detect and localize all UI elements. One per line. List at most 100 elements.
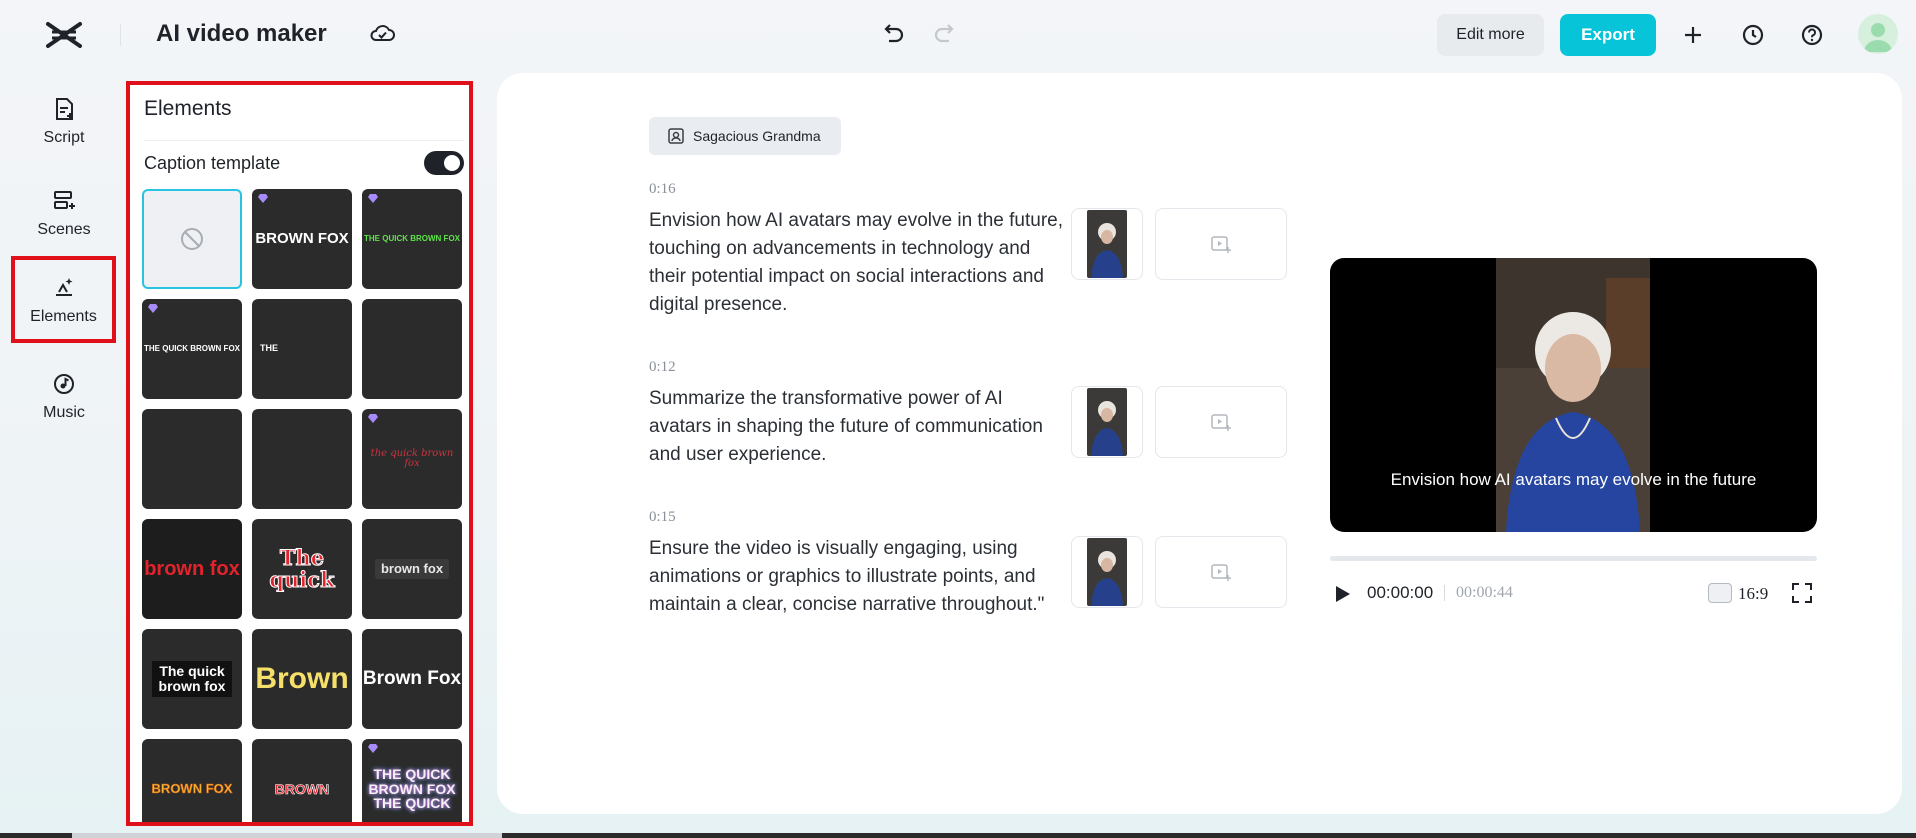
- segment-text[interactable]: Envision how AI avatars may evolve in th…: [649, 207, 1069, 319]
- redo-icon[interactable]: [932, 20, 960, 48]
- cloud-sync-icon[interactable]: [368, 20, 396, 48]
- avatar-icon: [668, 128, 684, 144]
- template-tile[interactable]: The quick: [252, 519, 352, 619]
- template-tile[interactable]: Brown Fox: [362, 629, 462, 729]
- help-icon[interactable]: [1798, 21, 1826, 49]
- elements-panel: Elements Caption template BROWN FOX THE …: [126, 81, 473, 826]
- main-editor: Sagacious Grandma 0:16 Envision how AI a…: [497, 73, 1902, 814]
- play-icon[interactable]: [1330, 582, 1354, 606]
- segment-text[interactable]: Summarize the transformative power of AI…: [649, 385, 1069, 469]
- template-tile[interactable]: THE: [252, 299, 352, 399]
- avatar-video-frame: [1496, 258, 1650, 532]
- template-tile[interactable]: Brown: [252, 629, 352, 729]
- nav-music[interactable]: Music: [14, 355, 114, 437]
- nav-label: Scenes: [37, 221, 91, 238]
- template-text: The quick: [269, 544, 335, 592]
- premium-gem-icon: [368, 744, 378, 753]
- user-avatar[interactable]: [1858, 14, 1898, 54]
- template-tile[interactable]: brown fox: [142, 519, 242, 619]
- template-tile[interactable]: THE QUICK BROWN FOX: [362, 189, 462, 289]
- template-text: THE QUICK BROWN FOX: [144, 343, 240, 353]
- template-text: BROWN FOX: [255, 230, 349, 248]
- avatar-thumbnail: [1087, 538, 1127, 606]
- fullscreen-icon[interactable]: [1790, 581, 1814, 605]
- speaker-chip[interactable]: Sagacious Grandma: [649, 117, 841, 155]
- template-text: the quick brown fox: [370, 447, 454, 469]
- template-tile[interactable]: [362, 299, 462, 399]
- elements-icon: [55, 277, 72, 296]
- segment-text[interactable]: Ensure the video is visually engaging, u…: [649, 535, 1069, 619]
- nav-label: Music: [43, 404, 85, 421]
- premium-gem-icon: [148, 304, 158, 313]
- template-tile[interactable]: BROWN FOX: [252, 189, 352, 289]
- avatar-thumbnail: [1087, 388, 1127, 456]
- caption-template-toggle[interactable]: [424, 151, 464, 175]
- premium-gem-icon: [368, 414, 378, 423]
- premium-gem-icon: [368, 194, 378, 203]
- nav-script[interactable]: Script: [14, 80, 114, 162]
- video-caption: Envision how AI avatars may evolve in th…: [1390, 470, 1757, 489]
- template-text: Brown: [255, 662, 349, 696]
- caption-template-label: Caption template: [144, 153, 281, 173]
- template-text: brown fox: [144, 557, 240, 580]
- nav-elements[interactable]: Elements: [11, 256, 116, 343]
- segment-avatar-thumb[interactable]: [1071, 208, 1143, 280]
- template-text: THE: [260, 343, 278, 354]
- bottom-bar: [0, 833, 1916, 838]
- plus-icon[interactable]: [1679, 21, 1707, 49]
- history-icon[interactable]: [1739, 21, 1767, 49]
- template-tile[interactable]: [142, 409, 242, 509]
- add-media-icon: [1211, 564, 1231, 581]
- aspect-ratio-label[interactable]: 16:9: [1738, 584, 1768, 604]
- template-tile[interactable]: the quick brown fox: [362, 409, 462, 509]
- capcut-logo[interactable]: [44, 20, 84, 50]
- total-time: 00:00:44: [1456, 584, 1513, 601]
- template-tile[interactable]: THE QUICK BROWN FOX: [142, 299, 242, 399]
- edit-more-button[interactable]: Edit more: [1437, 14, 1544, 56]
- header-divider: [120, 24, 121, 46]
- template-tile[interactable]: The quick brown fox: [142, 629, 242, 729]
- undo-icon[interactable]: [878, 20, 906, 48]
- add-media-button[interactable]: [1155, 386, 1287, 458]
- template-none[interactable]: [142, 189, 242, 289]
- aspect-ratio-icon[interactable]: [1708, 583, 1732, 603]
- segment-time: 0:15: [649, 509, 676, 525]
- segment-avatar-thumb[interactable]: [1071, 386, 1143, 458]
- template-tile[interactable]: BROWN FOX: [142, 739, 242, 822]
- script-icon: [56, 98, 73, 120]
- time-divider: [1444, 585, 1445, 601]
- premium-gem-icon: [258, 194, 268, 203]
- template-text: BROWN FOX: [151, 781, 233, 797]
- top-bar: AI video maker Edit more Export: [0, 0, 1916, 70]
- template-tile[interactable]: [252, 409, 352, 509]
- segment-avatar-thumb[interactable]: [1071, 536, 1143, 608]
- add-media-button[interactable]: [1155, 208, 1287, 280]
- scenes-icon: [54, 191, 75, 209]
- add-media-icon: [1211, 414, 1231, 431]
- speaker-name: Sagacious Grandma: [693, 128, 821, 144]
- template-text: THE QUICK BROWN FOX: [364, 233, 460, 243]
- template-tile[interactable]: BROWN: [252, 739, 352, 822]
- app-title: AI video maker: [156, 20, 327, 47]
- template-text: Brown Fox: [362, 668, 462, 690]
- nav-label: Script: [43, 129, 85, 146]
- nav-scenes[interactable]: Scenes: [14, 172, 114, 254]
- panel-title: Elements: [144, 97, 232, 120]
- caption-template-grid: BROWN FOX THE QUICK BROWN FOX THE QUICK …: [142, 189, 466, 822]
- video-preview[interactable]: Envision how AI avatars may evolve in th…: [1330, 258, 1817, 532]
- template-tile[interactable]: THE QUICK BROWN FOX THE QUICK: [362, 739, 462, 822]
- export-button[interactable]: Export: [1560, 14, 1656, 56]
- music-icon: [54, 374, 74, 394]
- template-text: BROWN: [274, 780, 330, 797]
- avatar-thumbnail: [1087, 210, 1127, 278]
- current-time: 00:00:00: [1367, 583, 1434, 602]
- progress-bar[interactable]: [1330, 556, 1817, 561]
- add-media-button[interactable]: [1155, 536, 1287, 608]
- template-tile[interactable]: brown fox: [362, 519, 462, 619]
- nav-label: Elements: [30, 307, 97, 325]
- no-caption-icon: [181, 228, 203, 250]
- divider: [144, 140, 464, 141]
- add-media-icon: [1211, 236, 1231, 253]
- segment-time: 0:16: [649, 181, 676, 197]
- template-text: THE QUICK BROWN FOX THE QUICK: [368, 765, 456, 812]
